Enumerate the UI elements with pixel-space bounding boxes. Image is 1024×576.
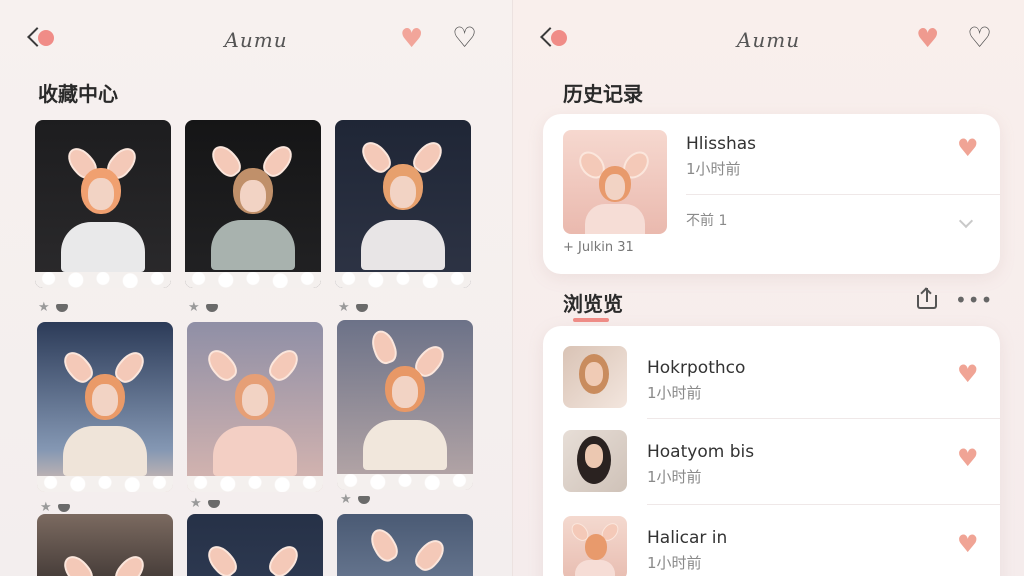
app-title: Aumu — [736, 28, 801, 52]
star-icon: ★ — [188, 300, 200, 315]
thumbnail-meta: ★ — [340, 492, 370, 507]
heart-filled-icon[interactable]: ♥ — [957, 136, 979, 160]
history-item-time: 1小时前 — [686, 160, 741, 178]
tag-icon — [355, 303, 368, 312]
heart-filled-icon[interactable]: ♥ — [957, 446, 979, 470]
thumbnail-meta: ★ — [40, 500, 70, 515]
favorite-thumbnail[interactable] — [337, 514, 473, 576]
star-icon: ★ — [338, 300, 350, 315]
browse-item-time: 1小时前 — [647, 384, 702, 402]
favorite-thumbnail[interactable] — [37, 514, 173, 576]
divider — [686, 194, 1000, 195]
section-title: 收藏中心 — [38, 82, 118, 106]
favorite-thumbnail[interactable] — [35, 120, 171, 288]
history-item-sub: 不前 1 — [686, 213, 728, 229]
heart-filled-icon[interactable]: ♥ — [957, 362, 979, 386]
tag-icon — [205, 303, 218, 312]
browse-card: Hokrpothco 1小时前 ♥ Hoatyom bis 1小时前 ♥ Hal… — [543, 326, 1000, 576]
browse-item-time: 1小时前 — [647, 554, 702, 572]
thumbnail-meta: ★ — [338, 300, 368, 315]
favorite-thumbnail[interactable] — [337, 320, 473, 490]
more-icon[interactable]: ••• — [955, 288, 993, 312]
tag-icon — [55, 303, 68, 312]
chevron-down-icon[interactable] — [958, 213, 974, 229]
thumbnail-meta: ★ — [190, 496, 220, 511]
browse-item-name: Hoatyom bis — [647, 442, 755, 462]
history-thumbnail[interactable] — [563, 130, 667, 234]
browse-title: 浏览览 — [563, 292, 623, 316]
app-title: Aumu — [224, 28, 288, 52]
favorite-thumbnail[interactable] — [37, 322, 173, 492]
browse-item-name: Halicar in — [647, 528, 728, 548]
tag-icon — [57, 503, 70, 512]
tag-icon — [357, 495, 370, 504]
history-item-caption: + Julkin 31 — [563, 240, 634, 255]
history-title: 历史记录 — [563, 82, 643, 106]
heart-outline-icon[interactable]: ♡ — [967, 24, 992, 52]
favorites-screen: Aumu ♥ ♡ 收藏中心 ★ ★ ★ ★ ★ ★ — [0, 0, 512, 576]
heart-outline-icon[interactable]: ♡ — [452, 24, 477, 52]
favorite-thumbnail[interactable] — [335, 120, 471, 288]
history-card[interactable]: Hlisshas 1小时前 ♥ 不前 1 + Julkin 31 — [543, 114, 1000, 274]
heart-filled-icon[interactable]: ♥ — [916, 26, 939, 52]
heart-filled-icon[interactable]: ♥ — [957, 532, 979, 556]
thumbnail-meta: ★ — [188, 300, 218, 315]
browse-list-item[interactable]: Hoatyom bis 1小时前 ♥ — [543, 418, 1000, 504]
tag-icon — [207, 499, 220, 508]
share-icon[interactable] — [916, 286, 938, 310]
browse-item-name: Hokrpothco — [647, 358, 746, 378]
star-icon: ★ — [40, 500, 52, 515]
avatar — [563, 430, 627, 492]
favorite-thumbnail[interactable] — [187, 322, 323, 492]
browse-item-time: 1小时前 — [647, 468, 702, 486]
favorite-thumbnail[interactable] — [185, 120, 321, 288]
top-bar: Aumu ♥ ♡ — [0, 20, 512, 60]
history-screen: Aumu ♥ ♡ 历史记录 Hlisshas 1小时前 ♥ 不前 1 + Jul… — [512, 0, 1024, 576]
avatar — [563, 346, 627, 408]
thumbnail-meta: ★ — [38, 300, 68, 315]
avatar — [563, 516, 627, 576]
star-icon: ★ — [340, 492, 352, 507]
heart-filled-icon[interactable]: ♥ — [400, 26, 423, 52]
star-icon: ★ — [38, 300, 50, 315]
browse-list-item[interactable]: Hokrpothco 1小时前 ♥ — [543, 326, 1000, 418]
favorite-thumbnail[interactable] — [187, 514, 323, 576]
top-bar: Aumu ♥ ♡ — [513, 20, 1024, 60]
history-item-title: Hlisshas — [686, 134, 756, 154]
star-icon: ★ — [190, 496, 202, 511]
browse-indicator — [573, 318, 609, 322]
browse-list-item[interactable]: Halicar in 1小时前 ♥ — [543, 504, 1000, 576]
